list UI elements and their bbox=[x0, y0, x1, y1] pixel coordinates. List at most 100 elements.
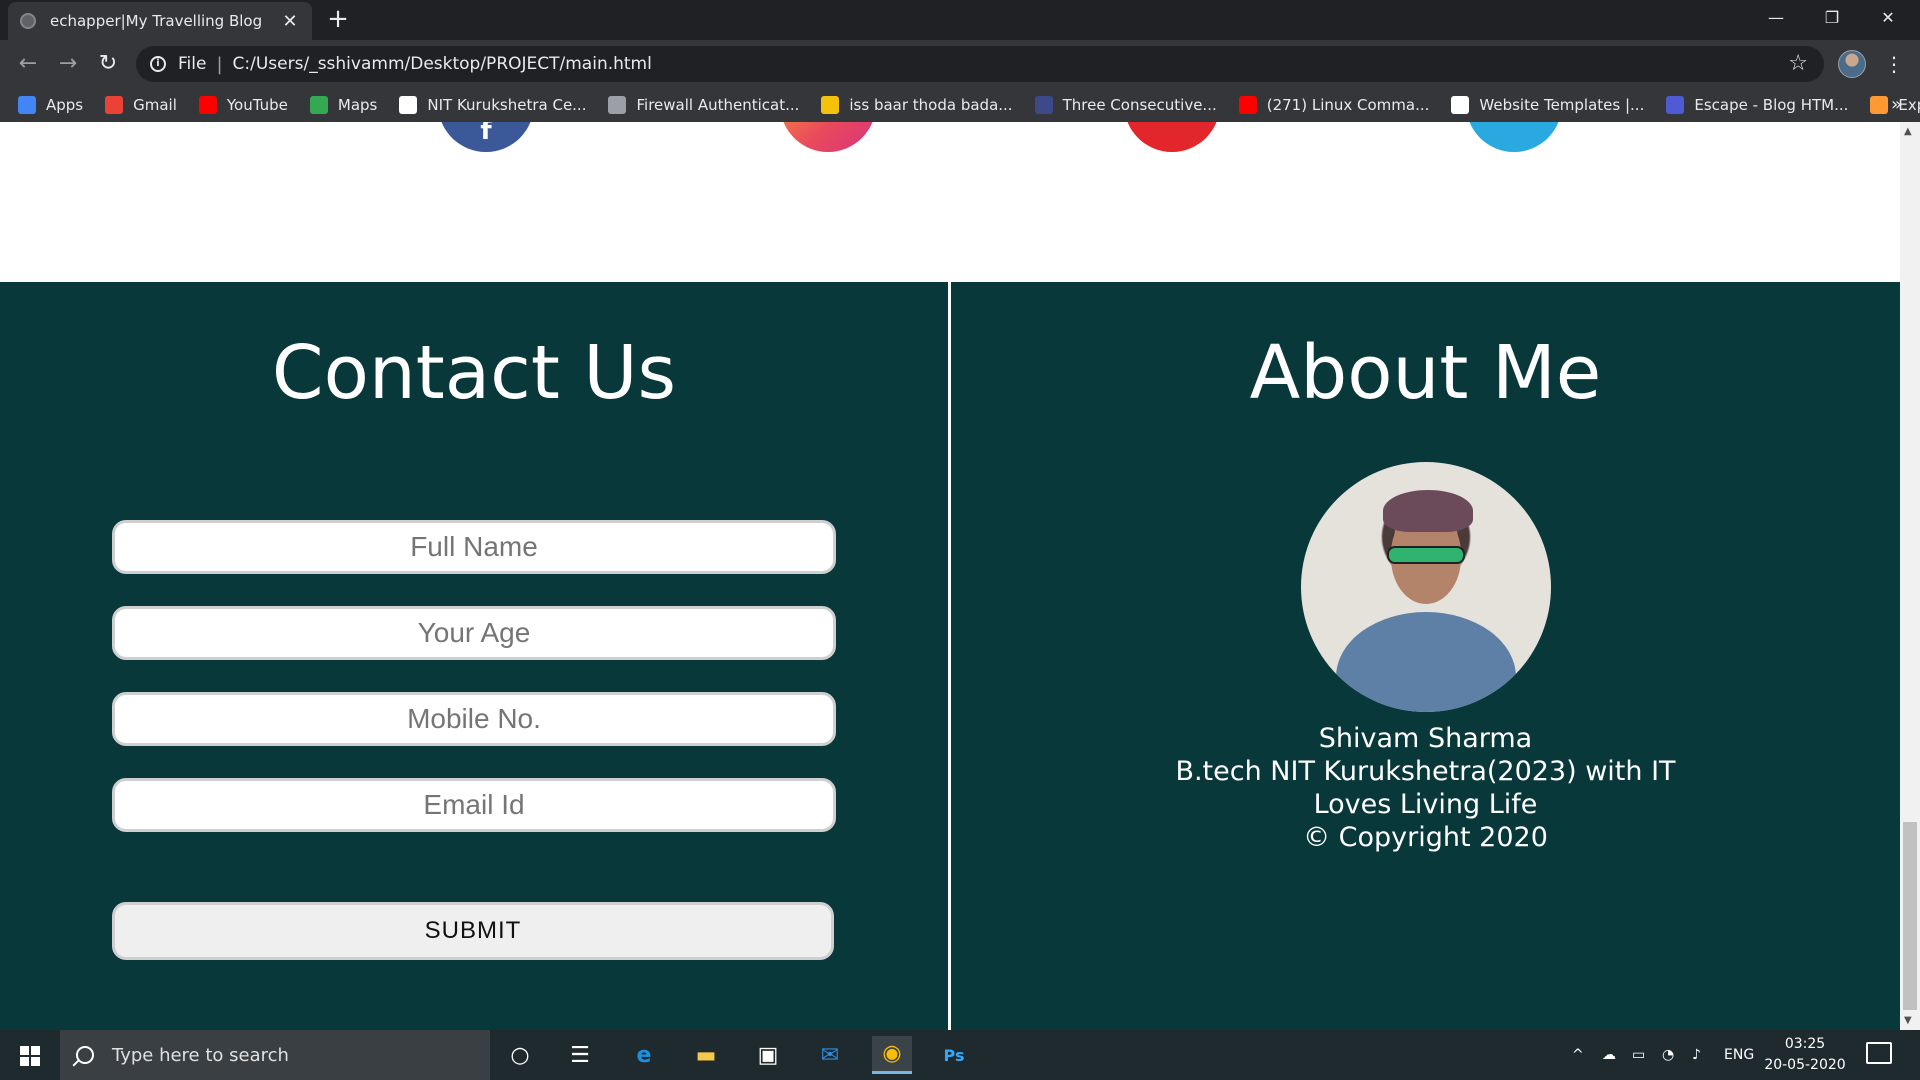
mail-icon[interactable]: ✉ bbox=[810, 1036, 850, 1074]
bookmark-label: Apps bbox=[46, 96, 84, 114]
about-details: Shivam Sharma B.tech NIT Kurukshetra(202… bbox=[951, 722, 1900, 854]
bookmarks-more-icon[interactable]: » bbox=[1891, 94, 1902, 115]
youtube-icon bbox=[1238, 96, 1257, 114]
mobile-input[interactable]: Mobile No. bbox=[112, 692, 836, 746]
profile-avatar[interactable] bbox=[1838, 50, 1866, 78]
pinterest-icon[interactable] bbox=[1124, 122, 1220, 152]
smiley-icon bbox=[821, 96, 840, 114]
language-indicator[interactable]: ENG bbox=[1724, 1030, 1754, 1080]
about-name: Shivam Sharma bbox=[1318, 723, 1533, 754]
bookmark-item[interactable]: (271) Linux Comma... bbox=[1238, 96, 1430, 114]
browser-menu-icon[interactable]: ⋮ bbox=[1880, 50, 1908, 78]
cortana-icon[interactable]: ○ bbox=[500, 1036, 540, 1074]
back-icon[interactable]: ← bbox=[14, 50, 42, 78]
tray-chevron-icon[interactable]: ^ bbox=[1572, 1030, 1584, 1080]
india-flag-icon bbox=[1870, 96, 1889, 114]
bookmarks-bar: Apps Gmail YouTube Maps NIT Kurukshetra Ce..… bbox=[0, 88, 1920, 122]
minimize-button[interactable]: — bbox=[1748, 0, 1804, 36]
w-icon bbox=[1666, 96, 1685, 114]
bookmark-star-icon[interactable]: ☆ bbox=[1788, 51, 1808, 76]
store-icon[interactable]: ▣ bbox=[748, 1036, 788, 1074]
page-favicon-icon bbox=[20, 13, 36, 29]
address-url[interactable]: C:/Users/_sshivamm/Desktop/PROJECT/main.… bbox=[233, 54, 652, 74]
bookmark-item[interactable]: Gmail bbox=[105, 96, 177, 114]
full-name-input[interactable]: Full Name bbox=[112, 520, 836, 574]
wifi-icon[interactable]: ◔ bbox=[1662, 1030, 1674, 1080]
forward-icon[interactable]: → bbox=[54, 50, 82, 78]
scroll-down-icon[interactable]: ▼ bbox=[1904, 1015, 1912, 1026]
scroll-up-icon[interactable]: ▲ bbox=[1904, 126, 1912, 137]
gmail-icon bbox=[105, 96, 124, 114]
bookmark-item[interactable]: Website Templates |... bbox=[1451, 96, 1644, 114]
about-me-heading: About Me bbox=[1249, 330, 1602, 416]
bookmark-item[interactable]: Firewall Authenticat... bbox=[608, 96, 799, 114]
search-icon bbox=[76, 1046, 94, 1064]
clock-time: 03:25 bbox=[1784, 1036, 1826, 1052]
bookmark-label: Maps bbox=[337, 96, 378, 114]
bookmark-label: Gmail bbox=[133, 96, 177, 114]
photoshop-icon[interactable]: Ps bbox=[934, 1036, 974, 1074]
page-viewport: f Contact Us Full Name Your Age Mobile N… bbox=[0, 122, 1900, 1030]
globe-icon bbox=[608, 96, 627, 114]
bookmark-item[interactable]: Apps bbox=[18, 96, 83, 114]
bookmark-label: Escape - Blog HTM... bbox=[1694, 96, 1849, 114]
page-scrollbar[interactable]: ▲ ▼ bbox=[1900, 122, 1920, 1030]
address-scheme: File bbox=[178, 54, 207, 74]
profile-photo bbox=[1301, 462, 1551, 712]
twitter-icon[interactable] bbox=[1466, 122, 1562, 152]
footer-section: Contact Us Full Name Your Age Mobile No.… bbox=[0, 282, 1900, 1030]
onedrive-icon[interactable]: ☁ bbox=[1602, 1030, 1616, 1080]
taskbar-clock[interactable]: 03:25 20-05-2020 bbox=[1762, 1034, 1848, 1076]
bookmark-item[interactable]: NIT Kurukshetra Ce... bbox=[399, 96, 586, 114]
doc-icon bbox=[1034, 96, 1053, 114]
task-view-icon[interactable]: ☰ bbox=[560, 1036, 600, 1074]
apps-grid-icon bbox=[18, 96, 36, 114]
chrome-icon[interactable]: ◉ bbox=[872, 1036, 912, 1074]
submit-button[interactable]: SUBMIT bbox=[112, 902, 834, 960]
bookmark-item[interactable]: iss baar thoda bada... bbox=[821, 96, 1013, 114]
browser-toolbar: ← → ↻ i File | C:/Users/_sshivamm/Deskto… bbox=[0, 40, 1920, 88]
bookmark-label: NIT Kurukshetra Ce... bbox=[427, 96, 587, 114]
bookmark-item[interactable]: Escape - Blog HTM... bbox=[1666, 96, 1848, 114]
scrollbar-thumb[interactable] bbox=[1903, 822, 1917, 1010]
contact-us-heading: Contact Us bbox=[271, 330, 677, 416]
close-window-button[interactable]: ✕ bbox=[1860, 0, 1916, 36]
restore-button[interactable]: ❐ bbox=[1804, 0, 1860, 36]
about-me-panel: About Me Shivam Sharma B.tech NIT Kuruks… bbox=[951, 282, 1900, 1030]
bookmark-item[interactable]: YouTube bbox=[198, 96, 288, 114]
bookmark-label: (271) Linux Comma... bbox=[1266, 96, 1430, 114]
instagram-icon[interactable] bbox=[780, 122, 876, 152]
age-input[interactable]: Your Age bbox=[112, 606, 836, 660]
tab-close-icon[interactable]: ✕ bbox=[280, 11, 300, 32]
facebook-icon[interactable]: f bbox=[438, 122, 534, 152]
bookmark-label: YouTube bbox=[226, 96, 288, 114]
bookmark-label: Website Templates |... bbox=[1479, 96, 1645, 114]
address-bar[interactable]: i File | C:/Users/_sshivamm/Desktop/PROJ… bbox=[136, 46, 1824, 82]
youtube-icon bbox=[198, 96, 217, 114]
bookmark-label: Firewall Authenticat... bbox=[636, 96, 800, 114]
bookmark-label: Three Consecutive... bbox=[1062, 96, 1217, 114]
file-explorer-icon[interactable]: ▬ bbox=[686, 1036, 726, 1074]
tab-strip: echapper|My Travelling Blog ✕ + — ❐ ✕ bbox=[0, 0, 1920, 40]
email-input[interactable]: Email Id bbox=[112, 778, 836, 832]
notifications-icon[interactable] bbox=[1866, 1042, 1892, 1064]
bookmark-item[interactable]: Three Consecutive... bbox=[1034, 96, 1217, 114]
site-info-icon[interactable]: i bbox=[150, 56, 166, 72]
bookmark-item[interactable]: Maps bbox=[309, 96, 378, 114]
about-copyright: © Copyright 2020 bbox=[1303, 822, 1548, 853]
windows-taskbar: Type here to search ○ ☰ e ▬ ▣ ✉ ◉ Ps ^ ☁… bbox=[0, 1030, 1920, 1080]
battery-icon[interactable]: ▭ bbox=[1632, 1030, 1645, 1080]
social-links: f bbox=[0, 122, 1900, 282]
volume-icon[interactable]: ♪ bbox=[1692, 1030, 1701, 1080]
new-tab-button[interactable]: + bbox=[324, 6, 352, 34]
edge-icon[interactable]: e bbox=[624, 1036, 664, 1074]
about-tagline: Loves Living Life bbox=[1313, 789, 1538, 820]
contact-us-panel: Contact Us Full Name Your Age Mobile No.… bbox=[0, 282, 948, 1030]
windows-start-icon[interactable] bbox=[10, 1039, 50, 1071]
clock-date: 20-05-2020 bbox=[1764, 1057, 1846, 1073]
reload-icon[interactable]: ↻ bbox=[94, 50, 122, 78]
browser-tab[interactable]: echapper|My Travelling Blog ✕ bbox=[8, 2, 312, 40]
nit-k-icon bbox=[399, 96, 418, 114]
about-education: B.tech NIT Kurukshetra(2023) with IT bbox=[1175, 756, 1676, 787]
taskbar-search[interactable]: Type here to search bbox=[60, 1030, 490, 1080]
